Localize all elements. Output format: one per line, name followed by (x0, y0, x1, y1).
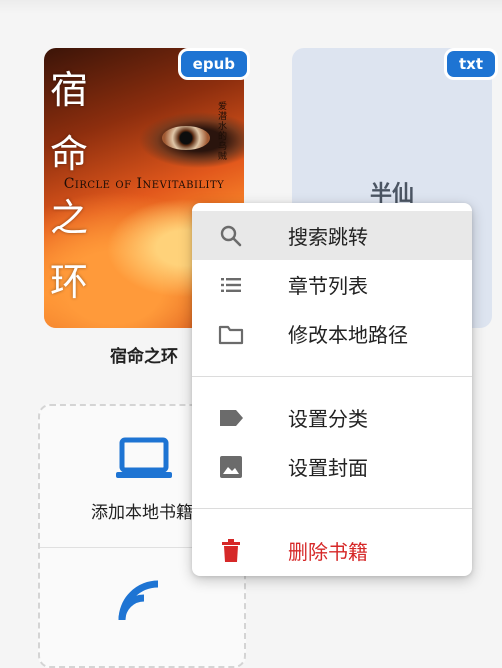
label-icon (218, 405, 244, 431)
laptop-icon (116, 436, 172, 480)
folder-icon (218, 321, 244, 347)
menu-label: 章节列表 (288, 274, 368, 298)
rss-feed-icon (118, 580, 168, 621)
menu-label: 修改本地路径 (288, 323, 408, 347)
menu-label: 设置分类 (288, 407, 368, 431)
cover-author: 爱潜水的乌贼 (218, 102, 228, 162)
menu-item-chapter-list[interactable]: 章节列表 (192, 260, 472, 309)
menu-item-set-category[interactable]: 设置分类 (192, 393, 472, 442)
menu-label: 删除书籍 (288, 540, 368, 564)
menu-divider (192, 376, 472, 377)
menu-divider (192, 508, 472, 509)
trash-icon (218, 538, 244, 564)
search-icon (218, 223, 244, 249)
menu-label: 设置封面 (288, 456, 368, 480)
format-badge: epub (177, 48, 250, 80)
top-shadow (0, 0, 502, 14)
menu-item-set-cover[interactable]: 设置封面 (192, 442, 472, 491)
cover-subtitle: Circle of Inevitability (63, 176, 225, 192)
cover-eye-graphic (162, 126, 210, 150)
menu-item-search-jump[interactable]: 搜索跳转 (192, 211, 472, 260)
menu-label: 搜索跳转 (288, 225, 368, 249)
menu-item-change-local-path[interactable]: 修改本地路径 (192, 309, 472, 358)
image-icon (218, 454, 244, 480)
list-icon (218, 272, 244, 298)
book-context-menu: 搜索跳转 章节列表 修改本地路径 设置分类 设置封面 删除书籍 (192, 203, 472, 576)
format-badge: txt (443, 48, 498, 80)
menu-item-delete-book[interactable]: 删除书籍 (192, 526, 472, 575)
